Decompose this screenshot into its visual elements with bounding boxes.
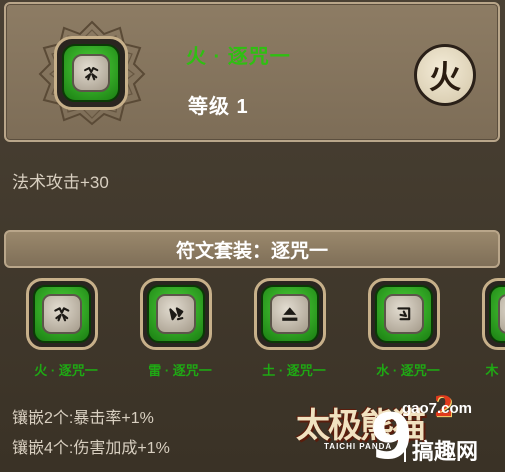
rune-info-panel: 火 · 逐咒一 等级 1 火 [4, 2, 500, 142]
rune-stat: 法术攻击+30 [12, 173, 109, 192]
rune-set-title: 符文套装：逐咒一 [175, 240, 328, 262]
rune-detail-screen: 火 · 逐咒一 等级 1 火 法术攻击+30 符文套装：逐咒一 火 · 逐咒一 … [0, 0, 505, 472]
set-item-label: 土 · 逐咒一 [262, 363, 326, 378]
set-item-label: 火 · 逐咒一 [34, 363, 98, 378]
watermark-site-name: 搞趣网 [412, 439, 479, 464]
set-bonus-2: 镶嵌2个:暴击率+1% [12, 410, 154, 427]
set-item-label: 水 · 逐咒一 [376, 363, 440, 378]
set-bonus-4: 镶嵌4个:伤害加成+1% [12, 440, 170, 457]
rune-earth-icon [270, 294, 310, 334]
watermark-divider [404, 438, 406, 462]
fire-element-badge: 火 [414, 44, 476, 106]
set-item-label: 雷 · 逐咒一 [148, 363, 212, 378]
rune-icon-frame [54, 36, 128, 110]
rune-wood-icon [498, 294, 505, 334]
rune-fire-icon [42, 294, 82, 334]
rune-water-icon [384, 294, 424, 334]
rune-name: 火 · 逐咒一 [186, 46, 291, 68]
set-item-wood[interactable]: 木 [478, 278, 505, 388]
rune-thunder-icon [156, 294, 196, 334]
rune-set-header: 符文套装：逐咒一 [4, 230, 500, 268]
rune-level: 等级 1 [188, 96, 249, 118]
set-item-label: 木 [485, 363, 499, 378]
rune-fire-icon [72, 54, 110, 92]
watermark-url: gao7.com [402, 400, 473, 417]
